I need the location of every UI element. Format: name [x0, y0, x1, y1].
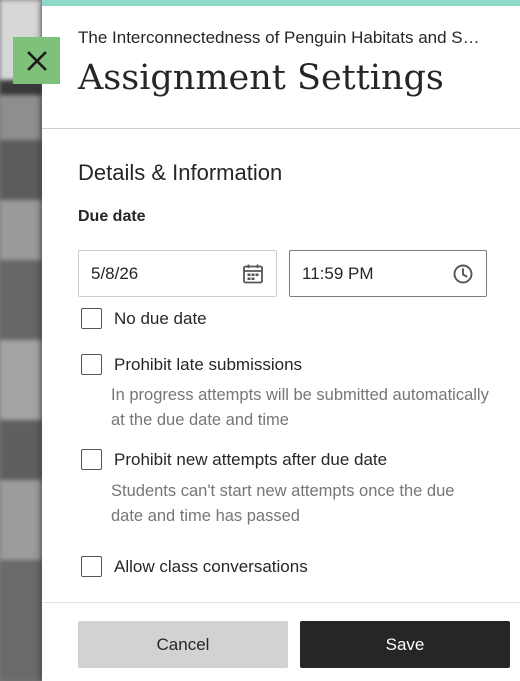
close-icon — [26, 50, 47, 71]
checkbox-label: No due date — [114, 308, 207, 328]
checkbox-label: Prohibit new attempts after due date — [114, 449, 388, 469]
checkbox-label: Prohibit late submissions — [114, 354, 303, 374]
close-button[interactable] — [13, 37, 60, 84]
page-title: Assignment Settings — [78, 58, 444, 98]
prohibit-late-submissions-checkbox[interactable] — [81, 354, 102, 375]
section-title: Details & Information — [78, 160, 283, 185]
no-due-date-checkbox[interactable] — [81, 308, 102, 329]
due-date-input[interactable]: 5/8/26 — [78, 250, 277, 297]
clock-icon[interactable] — [452, 263, 474, 285]
prohibit-new-attempts-option[interactable]: Prohibit new attempts after due date — [81, 449, 387, 470]
checkbox-label: Allow class conversations — [114, 556, 308, 576]
cancel-button[interactable]: Cancel — [78, 621, 288, 668]
allow-class-conversations-option[interactable]: Allow class conversations — [81, 556, 308, 577]
panel-footer: Cancel Save — [42, 602, 520, 681]
breadcrumb: The Interconnectedness of Penguin Habita… — [78, 28, 480, 47]
settings-panel: The Interconnectedness of Penguin Habita… — [42, 0, 520, 681]
helper-text: In progress attempts will be submitted a… — [111, 386, 489, 429]
panel-header: The Interconnectedness of Penguin Habita… — [42, 6, 520, 129]
allow-class-conversations-checkbox[interactable] — [81, 556, 102, 577]
save-button[interactable]: Save — [300, 621, 510, 668]
due-time-value: 11:59 PM — [302, 263, 374, 283]
due-date-label: Due date — [78, 208, 146, 225]
no-due-date-option[interactable]: No due date — [81, 308, 207, 329]
prohibit-new-attempts-checkbox[interactable] — [81, 449, 102, 470]
due-date-value: 5/8/26 — [91, 263, 139, 283]
background-page — [0, 0, 42, 681]
calendar-icon[interactable] — [242, 263, 264, 285]
helper-text: Students can't start new attempts once t… — [111, 482, 455, 525]
prohibit-late-submissions-option[interactable]: Prohibit late submissions — [81, 354, 302, 375]
due-time-input[interactable]: 11:59 PM — [289, 250, 487, 297]
